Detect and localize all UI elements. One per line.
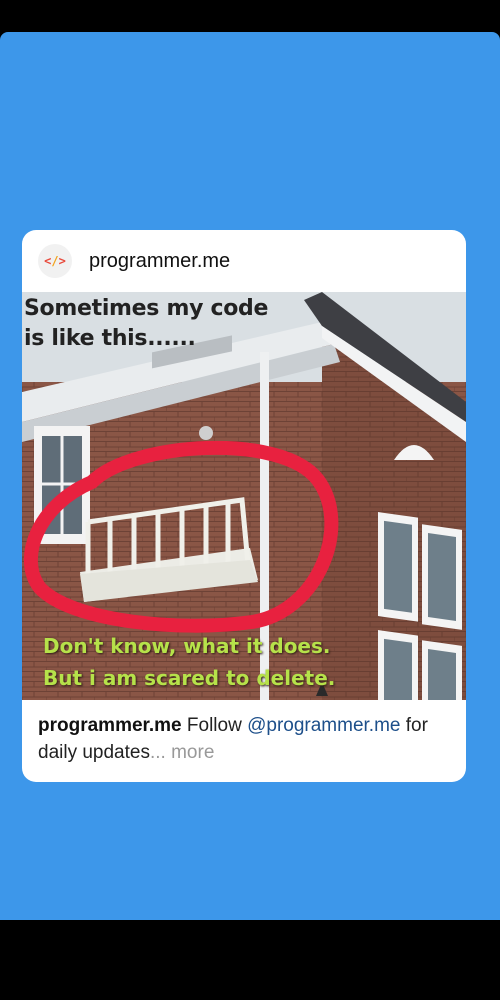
post-header: </> programmer.me	[22, 230, 466, 292]
avatar[interactable]: </>	[38, 244, 72, 278]
post-card: </> programmer.me Sometimes my code is l…	[22, 230, 466, 782]
post-caption: programmer.me Follow @programmer.me for …	[38, 712, 458, 766]
caption-ellipsis: ...	[149, 742, 166, 763]
meme-image[interactable]: Sometimes my code is like this...... Don…	[22, 292, 466, 700]
caption-text-follow: Follow	[181, 715, 248, 736]
screen-background: </> programmer.me Sometimes my code is l…	[0, 32, 500, 920]
meme-top-text: Sometimes my code is like this......	[24, 294, 268, 354]
code-brackets-icon: </>	[44, 254, 66, 268]
meme-bottom-line-1: Don't know, what it does.	[43, 634, 331, 658]
caption-mention-link[interactable]: @programmer.me	[247, 715, 400, 736]
meme-bottom-text: Don't know, what it does. But i am scare…	[43, 630, 335, 694]
account-name[interactable]: programmer.me	[89, 250, 230, 273]
more-link[interactable]: more	[166, 742, 214, 763]
meme-top-line-1: Sometimes my code	[24, 296, 269, 321]
meme-top-line-2: is like this......	[24, 326, 196, 351]
caption-username[interactable]: programmer.me	[38, 715, 182, 736]
meme-bottom-line-2: But i am scared to delete.	[43, 666, 336, 690]
